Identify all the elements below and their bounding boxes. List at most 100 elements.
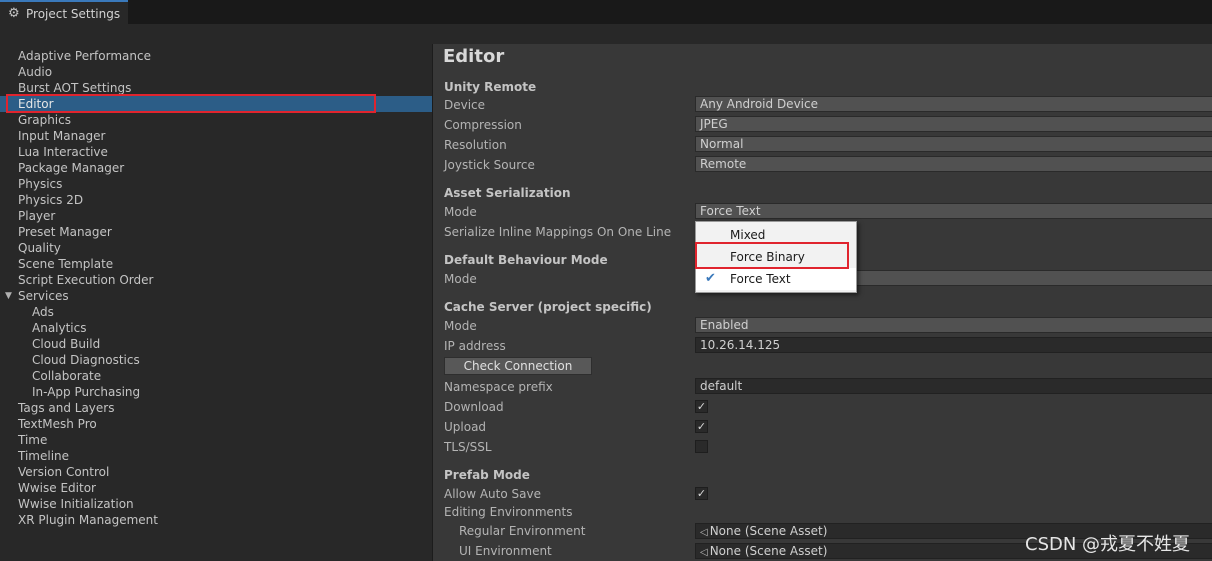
prefab-mode-heading: Prefab Mode: [444, 468, 530, 482]
sidebar-item-label: Tags and Layers: [18, 401, 115, 415]
sidebar-item-label: Ads: [32, 305, 54, 319]
unity-remote-heading: Unity Remote: [444, 80, 537, 94]
tab-title: Project Settings: [26, 7, 121, 21]
sidebar-item[interactable]: Cloud Diagnostics: [0, 352, 432, 368]
scene-asset-icon: ◁: [700, 547, 708, 558]
sidebar-item[interactable]: Quality: [0, 240, 432, 256]
serialization-option[interactable]: ✔ Force Text: [696, 268, 856, 290]
compression-dropdown[interactable]: JPEG: [695, 116, 1212, 132]
sidebar-item-label: Adaptive Performance: [18, 49, 151, 63]
sidebar-item-label: Package Manager: [18, 161, 125, 175]
upload-checkbox[interactable]: ✓: [695, 420, 708, 433]
sidebar-item-label: Analytics: [32, 321, 87, 335]
settings-sidebar: Adaptive Performance Audio Burst AOT Setti…: [0, 44, 433, 561]
sidebar-item-label: XR Plugin Management: [18, 513, 158, 527]
download-label: Download: [444, 400, 504, 414]
sidebar-item[interactable]: Graphics: [0, 112, 432, 128]
sidebar-item-label: Cloud Diagnostics: [32, 353, 140, 367]
device-dropdown[interactable]: Any Android Device: [695, 96, 1212, 112]
project-settings-tab[interactable]: ⚙ Project Settings: [0, 0, 128, 26]
allow-auto-save-label: Allow Auto Save: [444, 487, 541, 501]
sidebar-item[interactable]: Timeline: [0, 448, 432, 464]
sidebar-item-label: Quality: [18, 241, 61, 255]
tls-ssl-checkbox[interactable]: [695, 440, 708, 453]
sidebar-item[interactable]: Version Control: [0, 464, 432, 480]
search-toolbar: [0, 24, 1212, 45]
sidebar-item[interactable]: Collaborate: [0, 368, 432, 384]
panel-title: Editor: [443, 46, 505, 67]
sidebar-item[interactable]: Audio: [0, 64, 432, 80]
sidebar-item[interactable]: Ads: [0, 304, 432, 320]
sidebar-item-label: Preset Manager: [18, 225, 112, 239]
gear-icon: ⚙: [8, 6, 20, 21]
sidebar-item-label: Version Control: [18, 465, 110, 479]
serialization-mode-dropdown[interactable]: Force Text: [695, 203, 1212, 219]
namespace-prefix-input[interactable]: default: [695, 378, 1212, 394]
sidebar-item[interactable]: Cloud Build: [0, 336, 432, 352]
sidebar-item[interactable]: Preset Manager: [0, 224, 432, 240]
sidebar-item[interactable]: Wwise Editor: [0, 480, 432, 496]
compression-label: Compression: [444, 118, 522, 132]
scene-asset-icon: ◁: [700, 527, 708, 538]
regular-environment-label: Regular Environment: [459, 524, 586, 538]
sidebar-item-label: Collaborate: [32, 369, 102, 383]
sidebar-item-label: Services: [18, 289, 69, 303]
sidebar-item-label: Input Manager: [18, 129, 106, 143]
serialization-mode-label: Mode: [444, 205, 477, 219]
cache-server-heading: Cache Server (project specific): [444, 300, 652, 314]
resolution-label: Resolution: [444, 138, 507, 152]
sidebar-item[interactable]: In-App Purchasing: [0, 384, 432, 400]
editor-highlight-annotation: [6, 94, 376, 113]
sidebar-item-label: Script Execution Order: [18, 273, 154, 287]
serialize-inline-label: Serialize Inline Mappings On One Line: [444, 225, 672, 239]
default-behaviour-heading: Default Behaviour Mode: [444, 253, 608, 267]
sidebar-item[interactable]: Player: [0, 208, 432, 224]
download-checkbox[interactable]: ✓: [695, 400, 708, 413]
ip-address-label: IP address: [444, 339, 506, 353]
serialization-option-label: Force Text: [730, 272, 791, 286]
sidebar-item[interactable]: Scene Template: [0, 256, 432, 272]
check-connection-button[interactable]: Check Connection: [444, 357, 592, 375]
sidebar-item[interactable]: Physics 2D: [0, 192, 432, 208]
sidebar-item[interactable]: Input Manager: [0, 128, 432, 144]
regular-environment-value: None (Scene Asset): [709, 524, 828, 538]
sidebar-item-label: TextMesh Pro: [18, 417, 97, 431]
sidebar-item[interactable]: TextMesh Pro: [0, 416, 432, 432]
resolution-dropdown[interactable]: Normal: [695, 136, 1212, 152]
cache-mode-label: Mode: [444, 319, 477, 333]
checkmark-icon: ✔: [705, 271, 716, 286]
allow-auto-save-checkbox[interactable]: ✓: [695, 487, 708, 500]
force-binary-highlight-annotation: [695, 242, 849, 269]
sidebar-item[interactable]: Physics: [0, 176, 432, 192]
window-titlebar: [0, 0, 1212, 24]
ui-environment-label: UI Environment: [459, 544, 552, 558]
sidebar-item-label: Cloud Build: [32, 337, 101, 351]
sidebar-item[interactable]: XR Plugin Management: [0, 512, 432, 528]
expand-arrow-icon[interactable]: ▼: [5, 288, 12, 304]
sidebar-item[interactable]: Tags and Layers: [0, 400, 432, 416]
sidebar-item[interactable]: Package Manager: [0, 160, 432, 176]
sidebar-item-label: Physics: [18, 177, 63, 191]
sidebar-item-label: Audio: [18, 65, 53, 79]
sidebar-item-label: Lua Interactive: [18, 145, 108, 159]
behaviour-mode-label: Mode: [444, 272, 477, 286]
sidebar-item[interactable]: Adaptive Performance: [0, 48, 432, 64]
sidebar-item[interactable]: Lua Interactive: [0, 144, 432, 160]
sidebar-item[interactable]: Analytics: [0, 320, 432, 336]
tls-ssl-label: TLS/SSL: [444, 440, 492, 454]
cache-mode-dropdown[interactable]: Enabled: [695, 317, 1212, 333]
sidebar-item[interactable]: Script Execution Order: [0, 272, 432, 288]
editing-environments-label: Editing Environments: [444, 505, 573, 519]
joystick-source-label: Joystick Source: [444, 158, 535, 172]
joystick-source-dropdown[interactable]: Remote: [695, 156, 1212, 172]
sidebar-item[interactable]: Wwise Initialization: [0, 496, 432, 512]
sidebar-item-label: Wwise Initialization: [18, 497, 134, 511]
sidebar-item-label: Scene Template: [18, 257, 114, 271]
sidebar-item[interactable]: Time: [0, 432, 432, 448]
sidebar-item[interactable]: ▼ Services: [0, 288, 432, 304]
asset-serialization-heading: Asset Serialization: [444, 186, 571, 200]
device-label: Device: [444, 98, 486, 112]
ip-address-input[interactable]: 10.26.14.125: [695, 337, 1212, 353]
sidebar-item-label: In-App Purchasing: [32, 385, 141, 399]
ui-environment-value: None (Scene Asset): [709, 544, 828, 558]
